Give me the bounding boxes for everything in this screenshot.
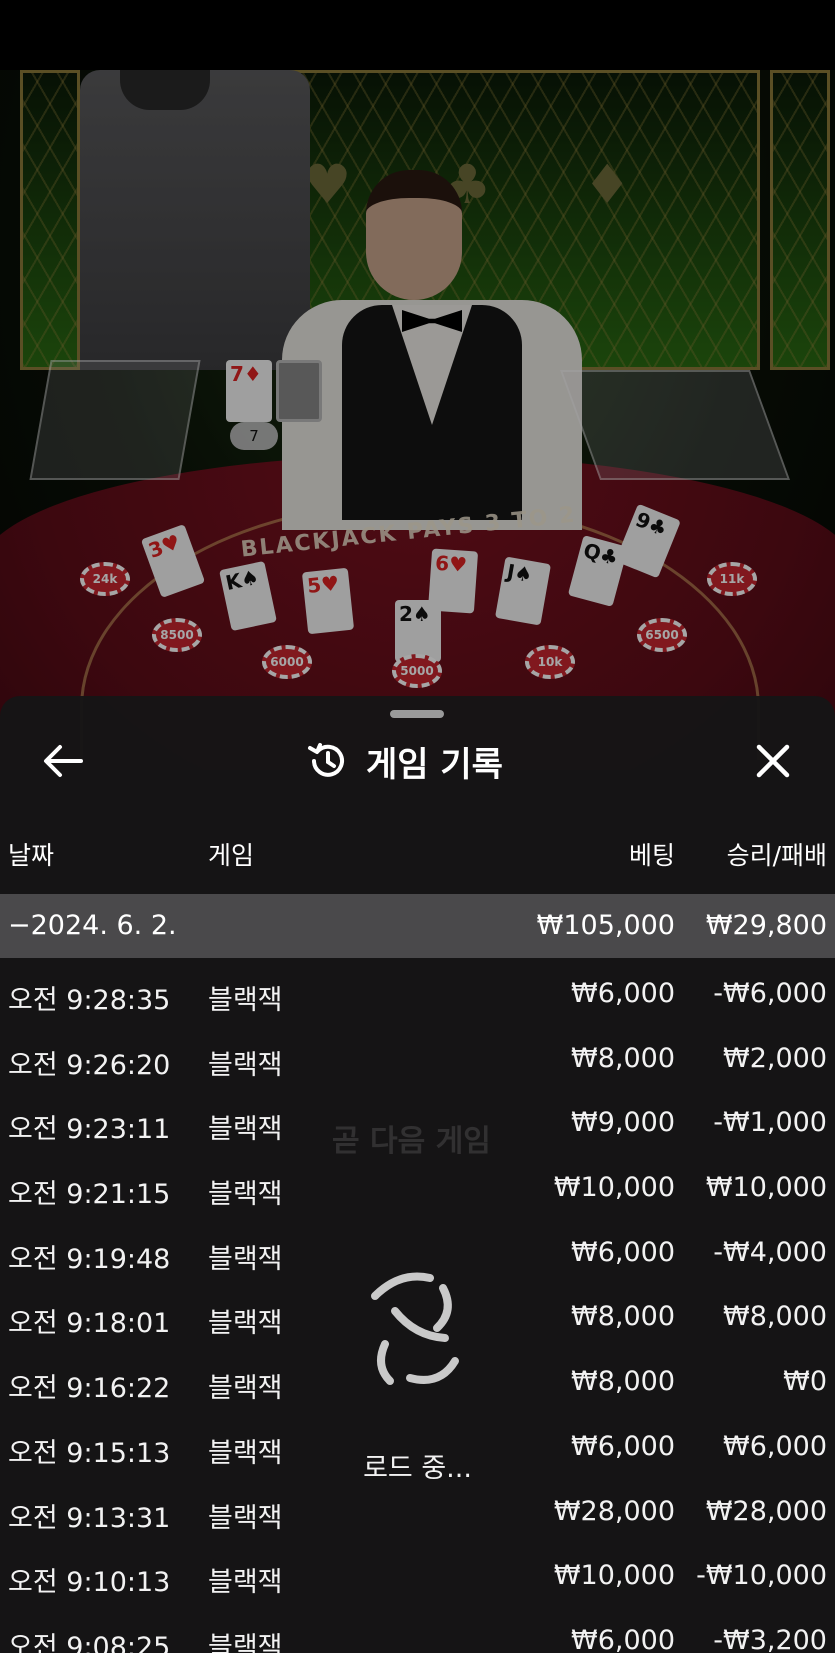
loading-text: 로드 중... — [363, 1453, 472, 1484]
close-icon — [756, 744, 790, 778]
row-game: 블랙잭 — [208, 985, 283, 1016]
row-bet: ₩8,000 — [571, 1042, 675, 1074]
row-bet: ₩10,000 — [553, 1560, 675, 1592]
row-result: ₩2,000 — [723, 1042, 827, 1074]
row-result: ₩10,000 — [705, 1172, 827, 1204]
row-time: 오전 9:15:13 — [8, 1437, 171, 1469]
row-time: 오전 9:08:25 — [8, 1631, 171, 1653]
row-result: ₩28,000 — [705, 1495, 827, 1527]
sheet-header: 게임 기록 — [0, 726, 835, 796]
loading-spinner-icon — [371, 1272, 459, 1385]
sheet-title: 게임 기록 — [306, 726, 503, 796]
column-header-result: 승리/패배 — [726, 841, 827, 870]
page-title: 게임 기록 — [366, 744, 503, 785]
row-bet: ₩6,000 — [571, 978, 675, 1009]
row-game: 블랙잭 — [208, 1631, 283, 1653]
row-bet: ₩10,000 — [553, 1172, 675, 1204]
row-time: 오전 9:26:20 — [8, 1049, 171, 1081]
row-result: -₩4,000 — [713, 1236, 827, 1268]
row-result: -₩3,200 — [713, 1624, 827, 1653]
row-time: 오전 9:21:15 — [8, 1179, 171, 1211]
row-game: 블랙잭 — [208, 1373, 283, 1405]
row-game: 블랙잭 — [208, 1049, 283, 1081]
row-time: 오전 9:18:01 — [8, 1308, 171, 1340]
row-time: 오전 9:23:11 — [8, 1114, 171, 1146]
history-row[interactable]: 오전 9:10:13 블랙잭 ₩10,000 -₩10,000 — [0, 1540, 835, 1605]
date-group-label: −2024. 6. 2. — [8, 910, 177, 941]
row-result: ₩8,000 — [723, 1301, 827, 1333]
column-header-game: 게임 — [208, 841, 255, 870]
row-time: 오전 9:28:35 — [8, 985, 171, 1016]
game-history-sheet: 게임 기록 날짜 게임 베팅 승리/패배 −2024. 6. 2. ₩105,0… — [0, 696, 835, 1653]
row-game: 블랙잭 — [208, 1308, 283, 1340]
sheet-drag-handle[interactable] — [390, 710, 444, 718]
row-bet: ₩8,000 — [571, 1366, 675, 1398]
row-result: -₩10,000 — [696, 1560, 827, 1592]
row-game: 블랙잭 — [208, 1243, 283, 1275]
history-row[interactable]: 오전 9:23:11 블랙잭 ₩9,000 -₩1,000 — [0, 1087, 835, 1152]
table-header: 날짜 게임 베팅 승리/패배 — [0, 836, 835, 870]
background-dim-overlay — [0, 70, 835, 770]
loading-indicator: 로드 중... — [355, 1266, 480, 1506]
row-time: 오전 9:13:31 — [8, 1502, 171, 1534]
date-group-bet-total: ₩105,000 — [536, 910, 675, 941]
row-bet: ₩8,000 — [571, 1301, 675, 1333]
date-group-row[interactable]: −2024. 6. 2. ₩105,000 ₩29,800 — [0, 894, 835, 958]
arrow-left-icon — [44, 745, 83, 777]
history-icon — [308, 743, 344, 777]
row-game: 블랙잭 — [208, 1502, 283, 1534]
history-row[interactable]: 오전 9:28:35 블랙잭 ₩6,000 -₩6,000 — [0, 958, 835, 1023]
back-button[interactable] — [28, 726, 98, 796]
close-button[interactable] — [738, 726, 808, 796]
row-time: 오전 9:10:13 — [8, 1567, 171, 1599]
row-bet: ₩28,000 — [553, 1495, 675, 1527]
row-game: 블랙잭 — [208, 1567, 283, 1599]
row-result: -₩1,000 — [713, 1107, 827, 1139]
row-result: -₩6,000 — [713, 978, 827, 1009]
row-bet: ₩6,000 — [571, 1236, 675, 1268]
row-game: 블랙잭 — [208, 1114, 283, 1146]
date-group-result-total: ₩29,800 — [705, 910, 827, 941]
row-result: ₩0 — [783, 1366, 827, 1398]
column-header-date: 날짜 — [8, 841, 55, 870]
row-time: 오전 9:19:48 — [8, 1243, 171, 1275]
row-game: 블랙잭 — [208, 1179, 283, 1211]
row-time: 오전 9:16:22 — [8, 1373, 171, 1405]
history-row[interactable]: 오전 9:26:20 블랙잭 ₩8,000 ₩2,000 — [0, 1023, 835, 1088]
status-bar — [0, 0, 835, 70]
history-row[interactable]: 오전 9:08:25 블랙잭 ₩6,000 -₩3,200 — [0, 1605, 835, 1653]
row-bet: ₩9,000 — [571, 1107, 675, 1139]
history-row[interactable]: 오전 9:21:15 블랙잭 ₩10,000 ₩10,000 — [0, 1152, 835, 1217]
row-bet: ₩6,000 — [571, 1430, 675, 1462]
column-header-bet: 베팅 — [628, 841, 675, 870]
row-result: ₩6,000 — [723, 1430, 827, 1462]
row-game: 블랙잭 — [208, 1437, 283, 1469]
row-bet: ₩6,000 — [571, 1624, 675, 1653]
